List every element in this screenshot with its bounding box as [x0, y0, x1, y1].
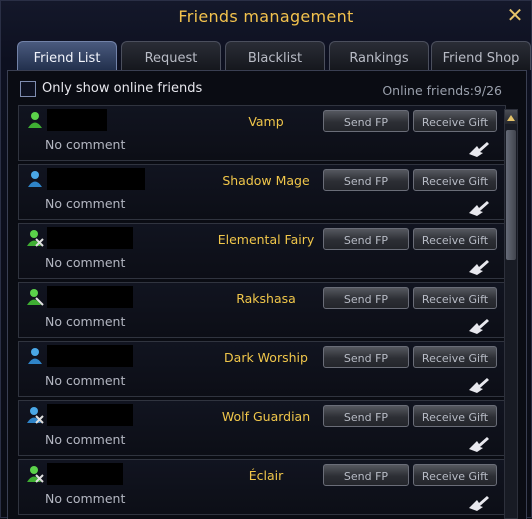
- send-fp-button[interactable]: Send FP: [323, 110, 409, 132]
- character-name: Elemental Fairy: [217, 232, 315, 247]
- online-only-checkbox[interactable]: [20, 81, 36, 97]
- close-icon[interactable]: ✕: [504, 4, 526, 26]
- friend-comment: No comment: [45, 432, 126, 447]
- friend-list-panel: Only show online friends Online friends:…: [7, 70, 527, 519]
- tab-request[interactable]: Request: [121, 41, 221, 70]
- friend-row[interactable]: Dark Worship No comment Send FP Receive …: [18, 341, 506, 397]
- friend-name-redacted: [47, 109, 107, 131]
- tab-blacklist[interactable]: Blacklist: [225, 41, 325, 70]
- character-name: Rakshasa: [236, 291, 296, 306]
- send-fp-button[interactable]: Send FP: [323, 228, 409, 250]
- friend-name-redacted: [47, 227, 133, 249]
- friend-row[interactable]: Elemental Fairy No comment Send FP Recei…: [18, 223, 506, 279]
- receive-gift-button[interactable]: Receive Gift: [413, 464, 497, 486]
- tab-friend-list[interactable]: Friend List: [17, 41, 117, 70]
- send-gift-hand-icon[interactable]: [467, 494, 491, 512]
- friend-name-redacted: [47, 345, 133, 367]
- friend-comment: No comment: [45, 196, 126, 211]
- friend-comment: No comment: [45, 255, 126, 270]
- send-gift-hand-icon[interactable]: [467, 435, 491, 453]
- friends-management-window: Friends management ✕ Friend List Request…: [0, 0, 532, 519]
- friend-row[interactable]: Rakshasa No comment Send FP Receive Gift: [18, 282, 506, 338]
- receive-gift-button[interactable]: Receive Gift: [413, 228, 497, 250]
- receive-gift-button[interactable]: Receive Gift: [413, 110, 497, 132]
- friend-comment: No comment: [45, 314, 126, 329]
- character-name: Vamp: [248, 114, 284, 129]
- blue-person-icon: [28, 171, 42, 187]
- send-gift-hand-icon[interactable]: [467, 140, 491, 158]
- send-gift-hand-icon[interactable]: [467, 199, 491, 217]
- tab-rankings[interactable]: Rankings: [329, 41, 429, 70]
- friend-name-redacted: [47, 463, 123, 485]
- green-person-swords-icon: [27, 230, 44, 247]
- friend-name-redacted: [47, 404, 133, 426]
- online-only-label[interactable]: Only show online friends: [42, 81, 202, 96]
- green-person-sword-icon: [27, 289, 44, 306]
- friend-comment: No comment: [45, 137, 126, 152]
- friend-row[interactable]: Vamp No comment Send FP Receive Gift: [18, 105, 506, 161]
- receive-gift-button[interactable]: Receive Gift: [413, 287, 497, 309]
- friend-row[interactable]: Shadow Mage No comment Send FP Receive G…: [18, 164, 506, 220]
- receive-gift-button[interactable]: Receive Gift: [413, 169, 497, 191]
- send-fp-button[interactable]: Send FP: [323, 405, 409, 427]
- send-gift-hand-icon[interactable]: [467, 258, 491, 276]
- green-person-icon: [28, 112, 42, 128]
- send-fp-button[interactable]: Send FP: [323, 287, 409, 309]
- blue-person-icon: [28, 348, 42, 364]
- send-gift-hand-icon[interactable]: [467, 376, 491, 394]
- blue-person-swords-icon: [27, 407, 44, 424]
- receive-gift-button[interactable]: Receive Gift: [413, 405, 497, 427]
- send-fp-button[interactable]: Send FP: [323, 346, 409, 368]
- online-friends-count: Online friends:9/26: [382, 83, 502, 98]
- tab-friend-shop[interactable]: Friend Shop: [431, 41, 531, 70]
- receive-gift-button[interactable]: Receive Gift: [413, 346, 497, 368]
- scroll-thumb[interactable]: [506, 130, 516, 260]
- window-title: Friends management: [178, 7, 354, 26]
- scrollbar[interactable]: [504, 109, 518, 519]
- send-fp-button[interactable]: Send FP: [323, 464, 409, 486]
- character-name: Dark Worship: [224, 350, 308, 365]
- send-gift-hand-icon[interactable]: [467, 317, 491, 335]
- send-fp-button[interactable]: Send FP: [323, 169, 409, 191]
- friend-name-redacted: [47, 168, 145, 190]
- friend-comment: No comment: [45, 373, 126, 388]
- green-person-swords-icon: [27, 466, 44, 483]
- friend-row[interactable]: Éclair No comment Send FP Receive Gift: [18, 459, 506, 515]
- character-name: Shadow Mage: [222, 173, 310, 188]
- friend-row[interactable]: Wolf Guardian No comment Send FP Receive…: [18, 400, 506, 456]
- friend-comment: No comment: [45, 491, 126, 506]
- scroll-up-arrow-icon[interactable]: [505, 110, 517, 124]
- character-name: Éclair: [248, 468, 284, 483]
- friend-name-redacted: [47, 286, 133, 308]
- character-name: Wolf Guardian: [221, 409, 311, 424]
